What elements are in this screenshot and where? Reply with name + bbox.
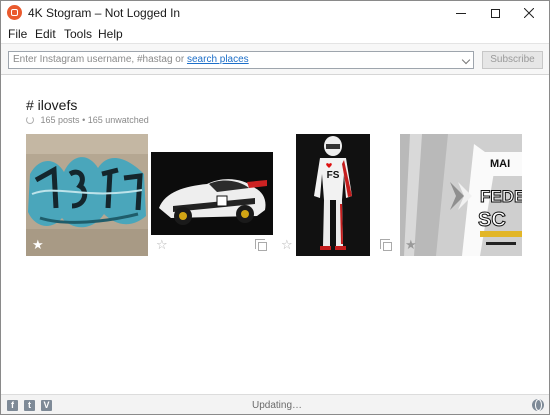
poster-image: MAI FEDE SC (400, 134, 522, 256)
photo-thumbnail[interactable]: ★ (26, 134, 148, 256)
gallery-icon (255, 239, 267, 251)
maximize-button[interactable] (478, 1, 512, 25)
menu-edit[interactable]: Edit (35, 27, 56, 41)
title-bar: 4K Stogram – Not Logged In (1, 1, 549, 25)
globe-icon[interactable] (532, 399, 544, 411)
chevron-down-icon[interactable] (461, 55, 471, 65)
race-car-image (151, 152, 273, 235)
star-outline-icon[interactable]: ☆ (281, 238, 293, 251)
svg-text:FS: FS (327, 170, 340, 181)
vimeo-icon[interactable]: V (41, 400, 52, 411)
star-icon[interactable]: ★ (405, 238, 417, 251)
search-input[interactable]: Enter Instagram username, #hastag or sea… (8, 51, 474, 69)
page-title: # ilovefs (26, 97, 78, 113)
star-outline-icon[interactable]: ☆ (156, 238, 168, 251)
menu-bar: File Edit Tools Help (1, 25, 549, 43)
close-icon (524, 8, 534, 18)
graffiti-image (26, 134, 148, 256)
menu-file[interactable]: File (8, 27, 27, 41)
close-button[interactable] (512, 1, 546, 25)
status-text: Updating… (252, 400, 303, 411)
gallery-icon (380, 239, 392, 251)
svg-text:SC: SC (478, 209, 506, 231)
app-window: 4K Stogram – Not Logged In File Edit Too… (0, 0, 550, 415)
search-placeholder-text: Enter Instagram username, #hastag or (13, 54, 185, 65)
twitter-icon[interactable]: t (24, 400, 35, 411)
svg-text:MAI: MAI (490, 158, 510, 170)
photo-thumbnail[interactable]: FS ☆ (276, 134, 398, 256)
svg-text:FEDE: FEDE (480, 187, 522, 206)
stats-separator: • (82, 115, 86, 125)
minimize-button[interactable] (444, 1, 478, 25)
status-bar: f t V Updating… (1, 394, 549, 414)
feed-stats: 165 posts • 165 unwatched (26, 115, 149, 125)
app-logo-icon (7, 5, 22, 20)
photo-thumbnail[interactable]: MAI FEDE SC ★ (400, 134, 522, 256)
posts-count: 165 posts (40, 115, 80, 125)
search-places-link[interactable]: search places (187, 54, 249, 65)
minimize-icon (456, 12, 466, 14)
unwatched-count: 165 unwatched (87, 115, 149, 125)
facebook-icon[interactable]: f (7, 400, 18, 411)
photo-thumbnail[interactable]: ☆ (151, 134, 273, 256)
search-placeholder: Enter Instagram username, #hastag or sea… (13, 54, 249, 65)
search-toolbar: Enter Instagram username, #hastag or sea… (1, 43, 549, 75)
loading-spinner-icon (26, 116, 34, 124)
star-icon[interactable]: ★ (32, 238, 44, 251)
subscribe-button[interactable]: Subscribe (482, 51, 543, 69)
menu-help[interactable]: Help (98, 27, 123, 41)
menu-tools[interactable]: Tools (64, 27, 92, 41)
window-title: 4K Stogram – Not Logged In (28, 6, 181, 20)
maximize-icon (490, 8, 500, 18)
racing-driver-image: FS (296, 134, 370, 256)
